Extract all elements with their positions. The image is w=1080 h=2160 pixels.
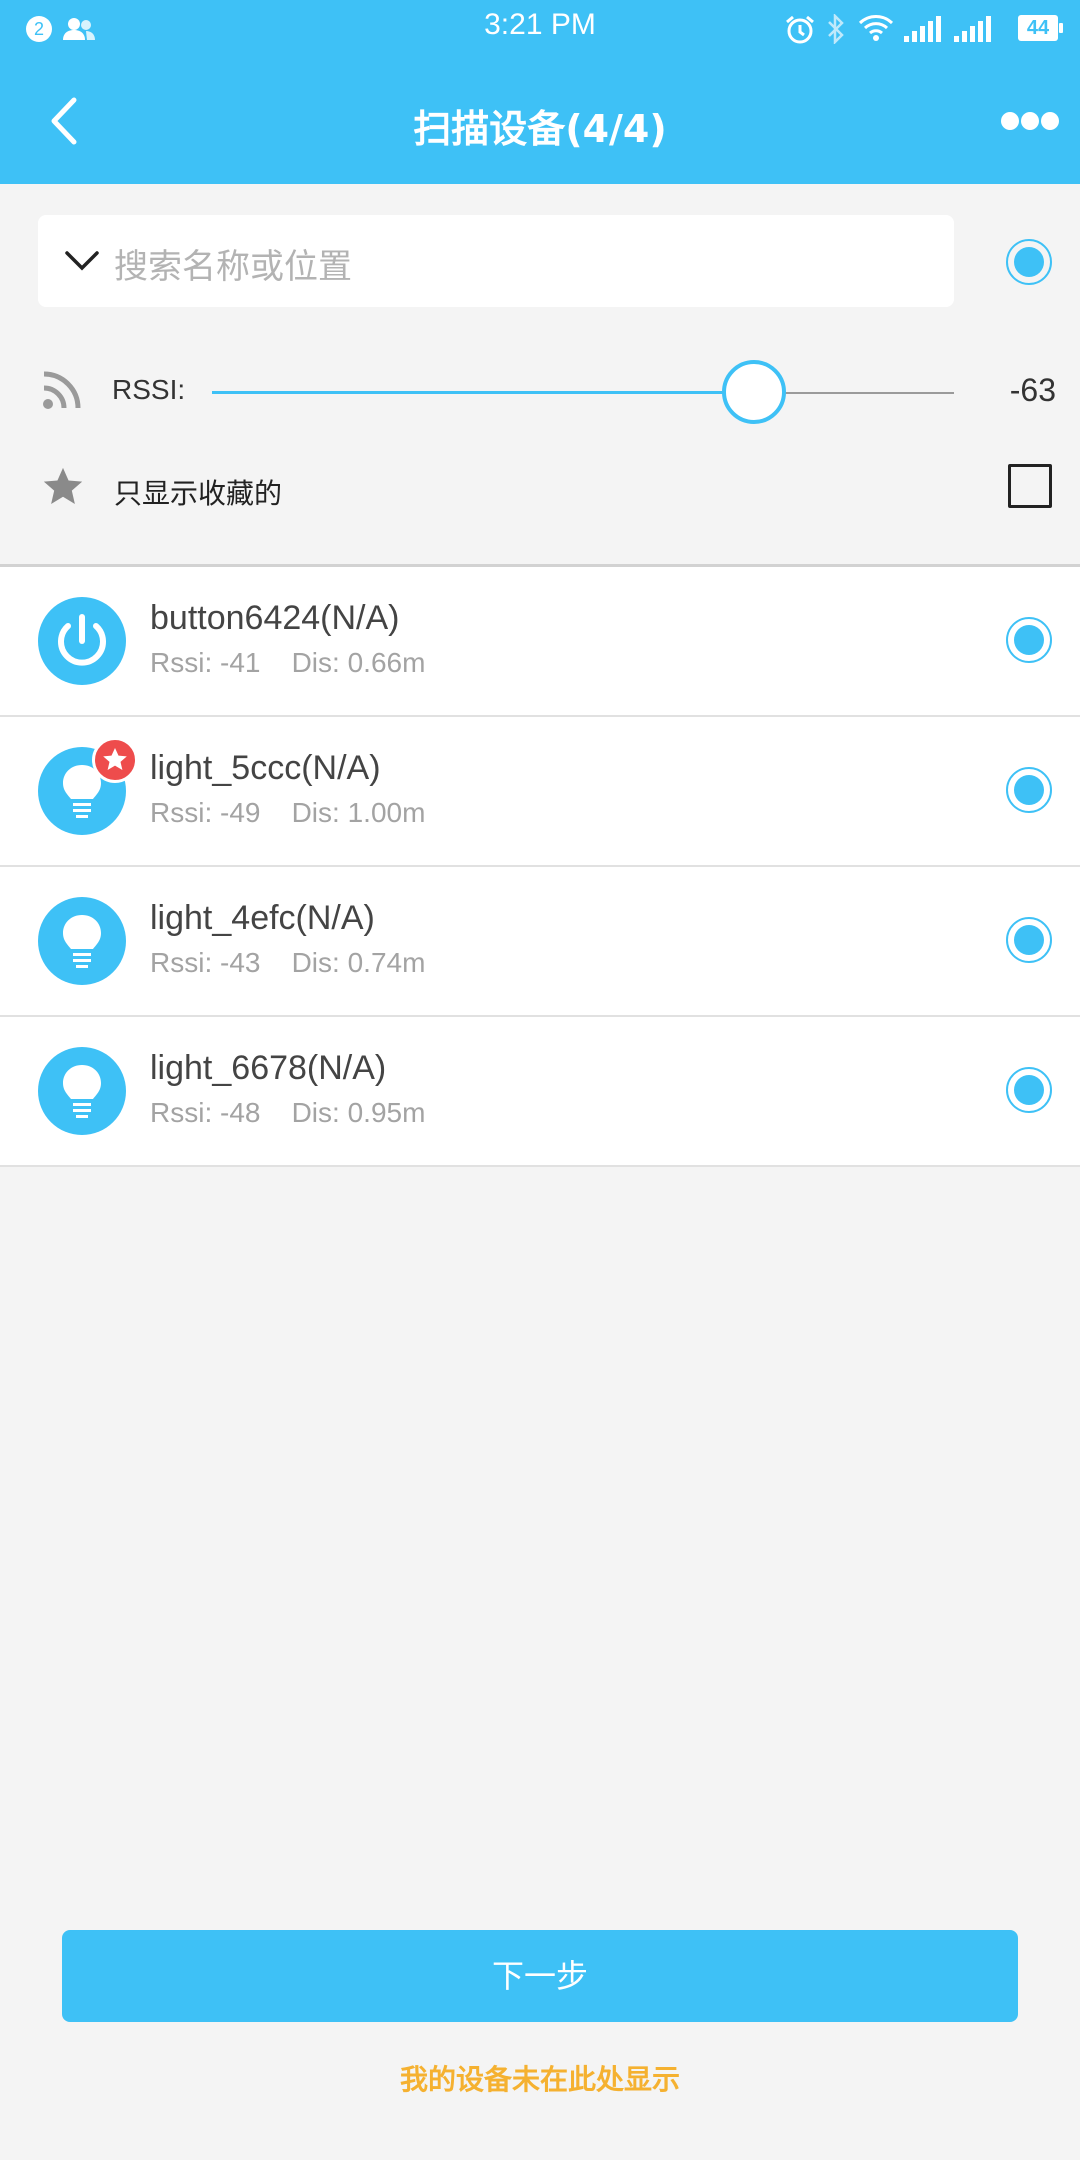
device-row[interactable]: light_4efc(N/A) Rssi: -43 Dis: 0.74m bbox=[0, 867, 1080, 1017]
device-row[interactable]: button6424(N/A) Rssi: -41 Dis: 0.66m bbox=[0, 567, 1080, 717]
device-name: light_5ccc(N/A) bbox=[150, 749, 381, 787]
chevron-down-icon[interactable] bbox=[64, 243, 100, 279]
search-placeholder: 搜索名称或位置 bbox=[114, 247, 352, 287]
device-avatar bbox=[38, 897, 126, 985]
favorite-badge bbox=[92, 737, 138, 783]
status-bar: 2 3:21 PM 44 bbox=[0, 0, 1080, 58]
next-button[interactable]: 下一步 bbox=[62, 1930, 1018, 2022]
device-select-radio[interactable] bbox=[1006, 917, 1052, 963]
device-not-shown-link[interactable]: 我的设备未在此处显示 bbox=[0, 2058, 1080, 2098]
search-input[interactable]: 搜索名称或位置 bbox=[38, 215, 954, 307]
bulb-icon bbox=[63, 915, 101, 968]
select-all-radio[interactable] bbox=[1006, 239, 1052, 285]
device-meta: Rssi: -43 Dis: 0.74m bbox=[150, 947, 426, 978]
favorites-only-label: 只显示收藏的 bbox=[114, 477, 283, 510]
rssi-signal-icon bbox=[43, 371, 81, 409]
star-icon bbox=[103, 748, 127, 770]
device-avatar bbox=[38, 597, 126, 685]
favorites-only-checkbox[interactable] bbox=[1008, 464, 1052, 508]
device-row[interactable]: light_6678(N/A) Rssi: -48 Dis: 0.95m bbox=[0, 1017, 1080, 1167]
device-row[interactable]: light_5ccc(N/A) Rssi: -49 Dis: 1.00m bbox=[0, 717, 1080, 867]
device-select-radio[interactable] bbox=[1006, 617, 1052, 663]
device-meta: Rssi: -41 Dis: 0.66m bbox=[150, 647, 426, 678]
star-icon bbox=[43, 467, 83, 505]
signal-icon bbox=[904, 16, 941, 42]
signal-2-icon bbox=[954, 16, 991, 42]
rssi-slider-thumb[interactable] bbox=[721, 360, 786, 424]
device-select-radio[interactable] bbox=[1006, 767, 1052, 813]
wifi-icon bbox=[858, 15, 894, 41]
battery-icon: 44 bbox=[1018, 15, 1063, 41]
device-meta: Rssi: -48 Dis: 0.95m bbox=[150, 1097, 426, 1128]
device-meta: Rssi: -49 Dis: 1.00m bbox=[150, 797, 426, 828]
bluetooth-icon bbox=[828, 14, 844, 44]
device-name: light_4efc(N/A) bbox=[150, 899, 375, 937]
alarm-icon bbox=[786, 15, 814, 44]
rssi-slider-track-active[interactable] bbox=[212, 391, 754, 394]
device-name: button6424(N/A) bbox=[150, 599, 400, 637]
rssi-value: -63 bbox=[1009, 372, 1056, 408]
device-select-radio[interactable] bbox=[1006, 1067, 1052, 1113]
device-avatar bbox=[38, 1047, 126, 1135]
more-icon[interactable] bbox=[1000, 108, 1060, 134]
power-icon bbox=[58, 614, 106, 666]
app-bar: 扫描设备(4/4) bbox=[0, 58, 1080, 184]
bulb-icon bbox=[63, 1065, 101, 1118]
page-title: 扫描设备(4/4) bbox=[413, 107, 667, 151]
rssi-label: RSSI: bbox=[112, 374, 186, 405]
device-name: light_6678(N/A) bbox=[150, 1049, 387, 1087]
